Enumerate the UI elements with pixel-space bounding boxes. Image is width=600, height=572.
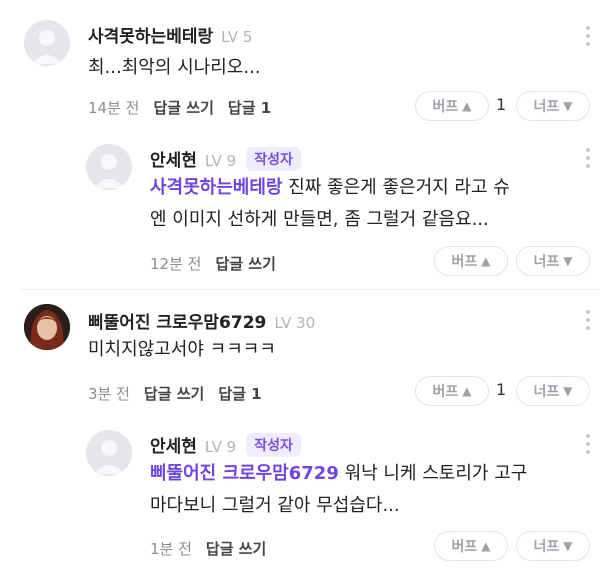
downvote-label: 너프 xyxy=(533,254,560,270)
avatar[interactable] xyxy=(24,304,70,350)
author-name[interactable]: 안세현 xyxy=(150,151,197,171)
user-level: LV 30 xyxy=(274,314,316,332)
arrow-up-icon: ▲ xyxy=(462,384,472,398)
reply-button[interactable]: 답글 쓰기 xyxy=(144,385,204,403)
upvote-label: 버프 xyxy=(432,99,459,115)
timestamp: 12분 전 xyxy=(150,255,202,273)
comment-text: 사격못하는베테랑 진짜 좋은게 좋은거지 라고 슈 엔 이미지 선하게 만들면,… xyxy=(150,172,580,236)
downvote-label: 너프 xyxy=(533,384,560,400)
downvote-label: 너프 xyxy=(533,539,560,555)
timestamp: 1분 전 xyxy=(150,540,192,558)
upvote-count: 1 xyxy=(496,95,507,114)
upvote-button[interactable]: 버프 ▲ xyxy=(415,91,489,121)
user-level: LV 5 xyxy=(221,28,253,46)
upvote-label: 버프 xyxy=(451,254,478,270)
more-options-icon[interactable] xyxy=(584,148,592,172)
upvote-count: 1 xyxy=(496,380,507,399)
upvote-button[interactable]: 버프 ▲ xyxy=(415,376,489,406)
reply: 안세현 LV 9 작성자 삐뚤어진 크로우맘6729 워낙 니케 스토리가 고구 마… xyxy=(0,420,600,572)
reply: 안세현 LV 9 작성자 사격못하는베테랑 진짜 좋은게 좋은거지 라고 슈 엔 이… xyxy=(0,130,600,290)
downvote-button[interactable]: 너프 ▼ xyxy=(516,376,590,406)
timestamp: 14분 전 xyxy=(88,99,140,117)
downvote-button[interactable]: 너프 ▼ xyxy=(516,531,590,561)
author-badge: 작성자 xyxy=(246,147,301,171)
upvote-button[interactable]: 버프 ▲ xyxy=(434,246,508,276)
text-line-2: 마다보니 그럴거 같아 무섭습다... xyxy=(150,495,400,516)
comment-text: 최...최악의 시나리오... xyxy=(88,57,261,78)
comment-author[interactable]: 사격못하는베테랑 LV 5 xyxy=(88,22,252,47)
comment-author[interactable]: 안세현 LV 9 작성자 xyxy=(150,432,301,457)
upvote-label: 버프 xyxy=(451,539,478,555)
comment-meta: 12분 전 답글 쓰기 xyxy=(150,253,276,274)
comment: 삐뚤어진 크로우맘6729 LV 30 미치지않고서야 ㅋㅋㅋㅋ 3분 전 답글 쓰… xyxy=(0,290,600,420)
upvote-label: 버프 xyxy=(432,384,459,400)
downvote-button[interactable]: 너프 ▼ xyxy=(516,91,590,121)
mention-link[interactable]: 삐뚤어진 크로우맘6729 xyxy=(150,463,339,484)
more-options-icon[interactable] xyxy=(584,26,592,50)
author-badge: 작성자 xyxy=(246,433,301,457)
more-options-icon[interactable] xyxy=(584,310,592,334)
arrow-up-icon: ▲ xyxy=(462,99,472,113)
arrow-down-icon: ▼ xyxy=(563,99,573,113)
arrow-down-icon: ▼ xyxy=(563,384,573,398)
author-name[interactable]: 안세현 xyxy=(150,437,197,457)
text-line-2: 엔 이미지 선하게 만들면, 좀 그럴거 같음요... xyxy=(150,209,489,230)
comment-meta: 1분 전 답글 쓰기 xyxy=(150,538,266,559)
timestamp: 3분 전 xyxy=(88,385,130,403)
reply-button[interactable]: 답글 쓰기 xyxy=(206,540,266,558)
avatar[interactable] xyxy=(24,20,70,66)
user-level: LV 9 xyxy=(204,152,237,170)
arrow-up-icon: ▲ xyxy=(481,254,491,268)
comment-author[interactable]: 안세현 LV 9 작성자 xyxy=(150,146,301,171)
author-name[interactable]: 사격못하는베테랑 xyxy=(88,27,213,47)
upvote-button[interactable]: 버프 ▲ xyxy=(434,531,508,561)
arrow-down-icon: ▼ xyxy=(563,539,573,553)
mention-link[interactable]: 사격못하는베테랑 xyxy=(150,177,282,198)
downvote-button[interactable]: 너프 ▼ xyxy=(516,246,590,276)
avatar[interactable] xyxy=(86,430,132,476)
reply-button[interactable]: 답글 쓰기 xyxy=(215,255,275,273)
downvote-label: 너프 xyxy=(533,99,560,115)
arrow-up-icon: ▲ xyxy=(481,539,491,553)
comment: 사격못하는베테랑 LV 5 최...최악의 시나리오... 14분 전 답글 쓰기 답… xyxy=(0,0,600,130)
text-line-1: 워낙 니케 스토리가 고구 xyxy=(338,463,528,484)
comment-meta: 3분 전 답글 쓰기 답글 1 xyxy=(88,383,262,404)
more-options-icon[interactable] xyxy=(584,434,592,458)
arrow-down-icon: ▼ xyxy=(563,254,573,268)
reply-button[interactable]: 답글 쓰기 xyxy=(153,99,213,117)
text-line-1: 진짜 좋은게 좋은거지 라고 슈 xyxy=(282,177,510,198)
comment-author[interactable]: 삐뚤어진 크로우맘6729 LV 30 xyxy=(88,308,315,333)
replies-toggle[interactable]: 답글 1 xyxy=(218,385,261,403)
user-level: LV 9 xyxy=(204,438,237,456)
author-name[interactable]: 삐뚤어진 크로우맘6729 xyxy=(88,313,266,333)
comment-text: 삐뚤어진 크로우맘6729 워낙 니케 스토리가 고구 마다보니 그럴거 같아 … xyxy=(150,458,580,522)
avatar[interactable] xyxy=(86,144,132,190)
comment-text: 미치지않고서야 ㅋㅋㅋㅋ xyxy=(88,339,276,360)
comment-meta: 14분 전 답글 쓰기 답글 1 xyxy=(88,97,271,118)
replies-toggle[interactable]: 답글 1 xyxy=(228,99,271,117)
